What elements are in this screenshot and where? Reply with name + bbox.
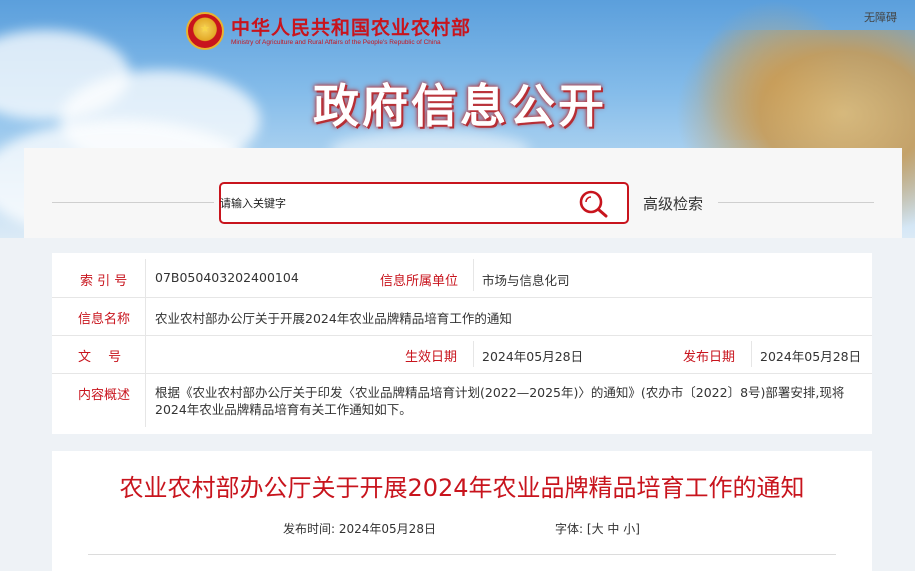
page-title: 政府信息公开 — [313, 79, 607, 133]
effective-date-label: 生效日期 — [405, 350, 458, 365]
unit-label: 信息所属单位 — [380, 274, 459, 289]
name-value: 农业农村部办公厅关于开展2024年农业品牌精品培育工作的通知 — [155, 311, 512, 326]
column-divider — [473, 259, 474, 291]
divider — [718, 202, 874, 203]
publish-date-label: 发布日期 — [683, 350, 736, 365]
search-input[interactable] — [220, 184, 560, 222]
name-label: 信息名称 — [78, 312, 131, 327]
divider — [88, 554, 836, 555]
ministry-name-en: Ministry of Agriculture and Rural Affair… — [231, 39, 441, 46]
row-divider — [52, 335, 872, 336]
unit-value: 市场与信息化司 — [482, 273, 570, 288]
publish-time-label: 发布时间: — [283, 522, 336, 536]
summary-line: 2024年农业品牌精品培育有关工作通知如下。 — [155, 402, 412, 417]
search-icon[interactable] — [578, 189, 610, 219]
summary-line: 根据《农业农村部办公厅关于印发〈农业品牌精品培育计划(2022—2025年)〉的… — [155, 385, 845, 400]
summary-text: 根据《农业农村部办公厅关于印发〈农业品牌精品培育计划(2022—2025年)〉的… — [155, 384, 860, 418]
column-divider — [145, 259, 146, 427]
font-size-control: 字体: [大 中 小] — [555, 520, 640, 537]
row-divider — [52, 373, 872, 374]
font-size-label: 字体: — [555, 522, 584, 536]
effective-date-value: 2024年05月28日 — [482, 349, 584, 364]
font-small-button[interactable]: 小 — [623, 522, 635, 536]
font-medium-button[interactable]: 中 — [607, 522, 619, 536]
index-value: 07B050403202400104 — [155, 270, 299, 285]
font-bracket: ] — [635, 522, 640, 536]
index-label: 索 引 号 — [80, 274, 128, 289]
ministry-name-cn[interactable]: 中华人民共和国农业农村部 — [231, 13, 471, 40]
column-divider — [473, 341, 474, 367]
doc-no-label: 文 号 — [78, 350, 122, 365]
advanced-search-link[interactable]: 高级检索 — [643, 193, 703, 214]
article-title: 农业农村部办公厅关于开展2024年农业品牌精品培育工作的通知 — [119, 474, 805, 502]
column-divider — [751, 341, 752, 367]
accessibility-link[interactable]: 无障碍 — [864, 9, 897, 25]
national-emblem-icon: ★ — [186, 12, 224, 50]
publish-time-value: 2024年05月28日 — [338, 522, 436, 536]
publish-date-value: 2024年05月28日 — [760, 349, 862, 364]
publish-time: 发布时间: 2024年05月28日 — [283, 520, 436, 537]
summary-label: 内容概述 — [78, 388, 131, 403]
font-large-button[interactable]: 大 — [592, 522, 604, 536]
row-divider — [52, 297, 872, 298]
divider — [52, 202, 214, 203]
